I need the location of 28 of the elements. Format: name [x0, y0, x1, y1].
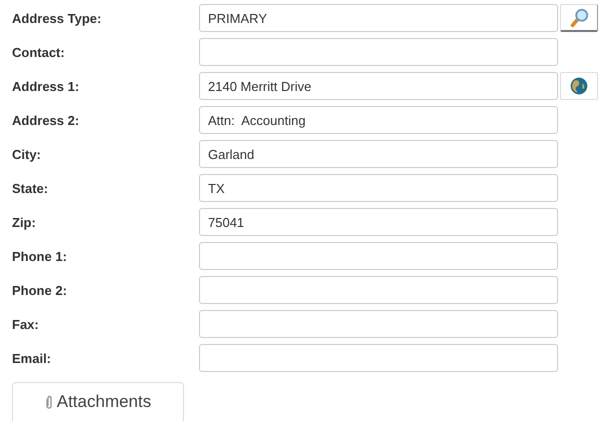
attachments-tab[interactable]: Attachments — [12, 382, 184, 421]
field-label: Email: — [12, 350, 52, 366]
input-field[interactable]: PRIMARY — [199, 4, 558, 32]
field-label: State: — [12, 180, 50, 196]
input-field[interactable]: TX — [199, 174, 558, 202]
field-label: City: — [12, 146, 42, 162]
field-label: Phone 1: — [12, 248, 68, 264]
globe-icon — [569, 76, 589, 96]
paperclip-icon — [44, 394, 53, 408]
input-field[interactable] — [199, 38, 558, 66]
input-field[interactable]: 2140 Merritt Drive — [199, 72, 558, 100]
input-field[interactable]: 75041 — [199, 208, 558, 236]
input-field[interactable] — [199, 344, 558, 372]
field-label: Zip: — [12, 214, 37, 230]
field-label: Fax: — [12, 316, 40, 332]
search-button[interactable] — [560, 4, 598, 32]
input-field[interactable]: Attn: Accounting — [199, 106, 558, 134]
field-label: Address 1: — [12, 78, 80, 94]
input-field[interactable]: Garland — [199, 140, 558, 168]
input-field[interactable] — [199, 310, 558, 338]
field-label: Phone 2: — [12, 282, 68, 298]
field-label: Contact: — [12, 44, 66, 60]
magnifier-icon — [568, 6, 590, 28]
input-field[interactable] — [199, 242, 558, 270]
input-field[interactable] — [199, 276, 558, 304]
map-button[interactable] — [560, 72, 598, 100]
field-label: Address Type: — [12, 10, 102, 26]
field-label: Address 2: — [12, 112, 80, 128]
